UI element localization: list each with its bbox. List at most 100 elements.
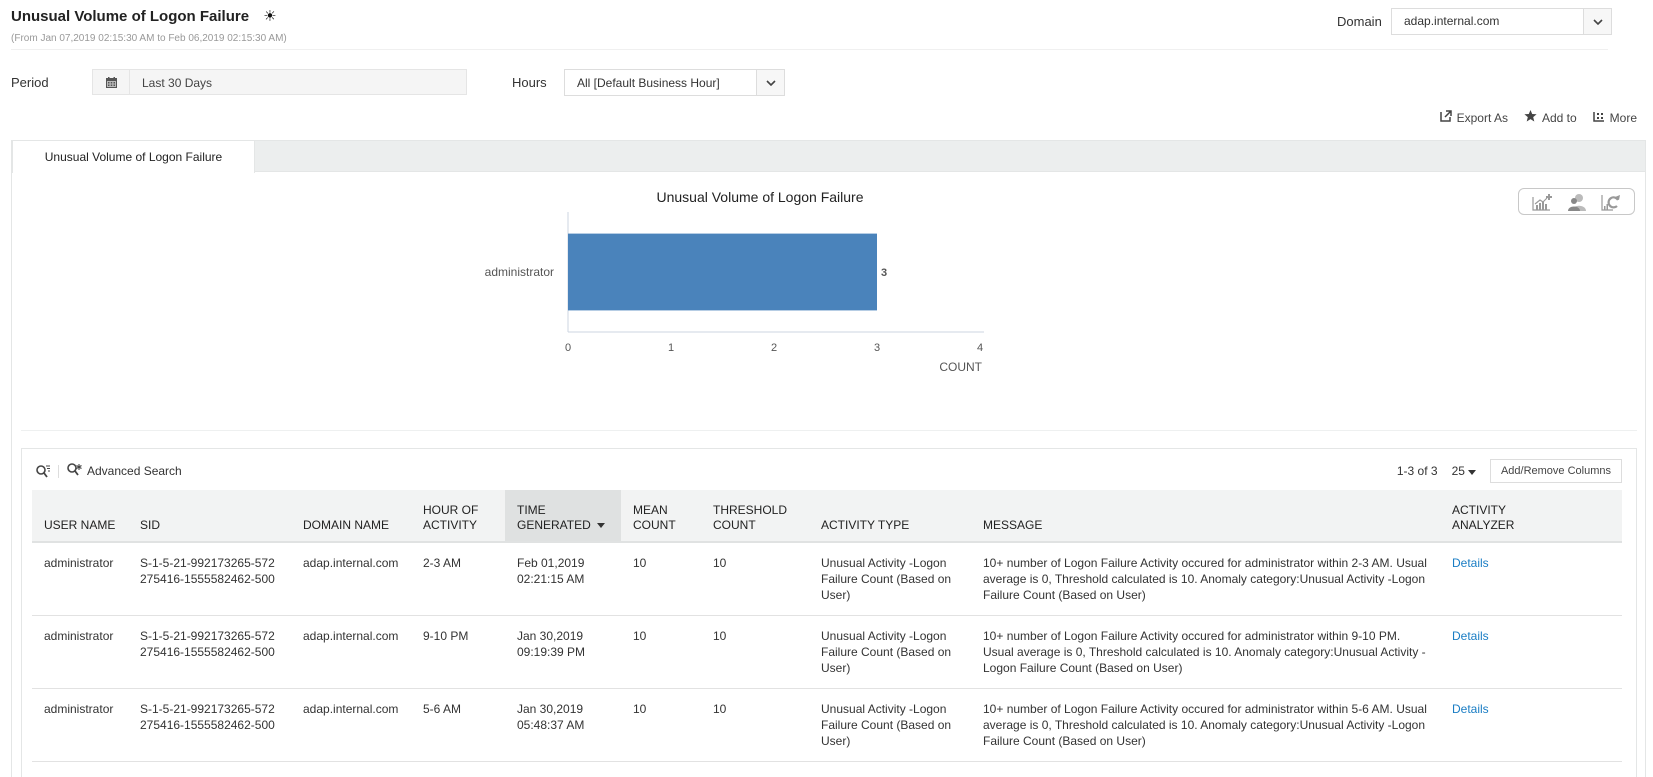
details-link[interactable]: Details (1452, 556, 1489, 570)
hours-value: All [Default Business Hour] (577, 76, 720, 90)
per-page-select[interactable]: 25 (1452, 464, 1476, 478)
advanced-search-button[interactable]: Advanced Search (59, 463, 182, 479)
cell-mean-count: 10 (621, 688, 701, 762)
col-header-mean-count[interactable]: MEAN COUNT (621, 490, 701, 543)
chart-canvas: administrator 3 0 1 2 3 4 COUNT (485, 212, 984, 374)
calendar-icon[interactable] (93, 70, 130, 94)
col-header-domain-name[interactable]: DOMAIN NAME (291, 490, 411, 543)
cell-hour-of-activity: 5-6 AM (411, 688, 505, 762)
sort-desc-icon (596, 523, 605, 529)
cell-activity-type: Unusual Activity -Logon Failure Count (B… (809, 542, 971, 616)
category-label: administrator (485, 265, 554, 279)
cell-domain-name: adap.internal.com (291, 615, 411, 689)
cell-hour-of-activity: 9-10 PM (411, 615, 505, 689)
quick-search-icon[interactable] (36, 464, 59, 478)
tab-unusual-volume-logon-failure[interactable]: Unusual Volume of Logon Failure (12, 140, 255, 173)
period-label: Period (11, 75, 49, 90)
cell-activity-analyzer: Details (1440, 615, 1622, 689)
x-tick-label: 2 (771, 342, 777, 354)
tip-bulb-icon[interactable]: ☀ (263, 7, 276, 25)
caret-down-icon (1467, 464, 1476, 478)
add-to-button[interactable]: Add to (1524, 110, 1577, 125)
chevron-down-icon[interactable] (756, 70, 784, 95)
col-header-time-generated[interactable]: TIME GENERATED (505, 490, 621, 543)
chart-toolbar (1518, 188, 1635, 215)
x-tick-label: 1 (668, 342, 674, 354)
cell-user-name: administrator (32, 688, 128, 762)
results-grid: Advanced Search 1-3 of 3 25 Add/Remove C… (21, 448, 1637, 777)
table-row: administrator S-1-5-21-992173265-5722754… (32, 615, 1622, 689)
cell-threshold-count: 10 (701, 542, 809, 616)
cell-activity-analyzer: Details (1440, 542, 1622, 616)
add-chart-icon[interactable] (1532, 193, 1554, 211)
col-header-message[interactable]: MESSAGE (971, 490, 1440, 543)
cell-sid: S-1-5-21-992173265-572275416-1555582462-… (128, 542, 291, 616)
col-header-time-generated-label: TIME GENERATED (517, 503, 591, 532)
col-header-user-name[interactable]: USER NAME (32, 490, 128, 543)
export-as-button[interactable]: Export As (1439, 110, 1508, 125)
cell-activity-type: Unusual Activity -Logon Failure Count (B… (809, 688, 971, 762)
cell-mean-count: 10 (621, 542, 701, 616)
report-actions: Export As Add to More (1439, 110, 1637, 125)
cell-activity-analyzer: Details (1440, 688, 1622, 762)
cell-domain-name: adap.internal.com (291, 542, 411, 616)
details-link[interactable]: Details (1452, 702, 1489, 716)
col-header-sid[interactable]: SID (128, 490, 291, 543)
refresh-chart-icon[interactable] (1601, 193, 1621, 211)
period-value: Last 30 Days (142, 76, 213, 90)
hours-label: Hours (512, 75, 547, 90)
page-title-text: Unusual Volume of Logon Failure (11, 7, 250, 25)
cell-sid: S-1-5-21-992173265-572275416-1555582462-… (128, 615, 291, 689)
report-tabbar: Unusual Volume of Logon Failure (11, 140, 1646, 173)
cell-message: 10+ number of Logon Failure Activity occ… (971, 542, 1440, 616)
x-tick-label: 0 (565, 342, 571, 354)
col-header-activity-analyzer[interactable]: ACTIVITY ANALYZER (1440, 490, 1622, 543)
pagination: 1-3 of 3 25 Add/Remove Columns (1397, 459, 1622, 483)
star-icon (1524, 110, 1537, 125)
advanced-search-icon (67, 463, 82, 479)
more-button[interactable]: More (1592, 110, 1637, 125)
cell-threshold-count: 10 (701, 615, 809, 689)
cell-time-generated: Feb 01,2019 02:21:15 AM (505, 542, 621, 616)
advanced-search-label: Advanced Search (87, 464, 182, 478)
chevron-down-icon[interactable] (1583, 9, 1611, 34)
export-as-label: Export As (1456, 110, 1508, 125)
hours-select[interactable]: All [Default Business Hour] (564, 69, 785, 96)
cell-message: 10+ number of Logon Failure Activity occ… (971, 615, 1440, 689)
bar-chart: Unusual Volume of Logon Failure administ… (480, 180, 1040, 400)
cell-activity-type: Unusual Activity -Logon Failure Count (B… (809, 615, 971, 689)
period-picker[interactable]: Last 30 Days (92, 69, 467, 95)
cell-threshold-count: 10 (701, 688, 809, 762)
cell-user-name: administrator (32, 615, 128, 689)
x-tick-label: 4 (977, 342, 983, 354)
x-tick-label: 3 (874, 342, 880, 354)
col-header-threshold-count[interactable]: THRESHOLD COUNT (701, 490, 809, 543)
cell-domain-name: adap.internal.com (291, 688, 411, 762)
header-divider (11, 49, 1608, 50)
data-label: 3 (881, 267, 887, 279)
add-remove-columns-button[interactable]: Add/Remove Columns (1489, 459, 1622, 483)
export-icon (1439, 110, 1452, 125)
table-header-row: USER NAME SID DOMAIN NAME HOUR OF ACTIVI… (32, 490, 1622, 543)
col-header-activity-type[interactable]: ACTIVITY TYPE (809, 490, 971, 543)
cell-mean-count: 10 (621, 615, 701, 689)
col-header-hour-of-activity[interactable]: HOUR OF ACTIVITY (411, 490, 505, 543)
cell-time-generated: Jan 30,2019 05:48:37 AM (505, 688, 621, 762)
cell-time-generated: Jan 30,2019 09:19:39 PM (505, 615, 621, 689)
add-to-label: Add to (1541, 110, 1577, 125)
user-icon[interactable] (1567, 193, 1587, 211)
details-link[interactable]: Details (1452, 629, 1489, 643)
table-row: administrator S-1-5-21-992173265-5722754… (32, 542, 1622, 616)
domain-select[interactable]: adap.internal.com (1391, 8, 1612, 35)
search-row: Advanced Search (36, 463, 182, 479)
x-axis-label: COUNT (939, 360, 982, 374)
cell-message: 10+ number of Logon Failure Activity occ… (971, 688, 1440, 762)
pagination-info: 1-3 of 3 (1396, 464, 1438, 478)
domain-value: adap.internal.com (1404, 14, 1500, 28)
chart-divider (21, 430, 1637, 431)
per-page-value: 25 (1451, 464, 1465, 478)
cell-sid: S-1-5-21-992173265-572275416-1555582462-… (128, 688, 291, 762)
date-range-subtitle: (From Jan 07,2019 02:15:30 AM to Feb 06,… (11, 33, 287, 44)
table-row: administrator S-1-5-21-992173265-5722754… (32, 688, 1622, 762)
results-table: USER NAME SID DOMAIN NAME HOUR OF ACTIVI… (32, 490, 1622, 762)
